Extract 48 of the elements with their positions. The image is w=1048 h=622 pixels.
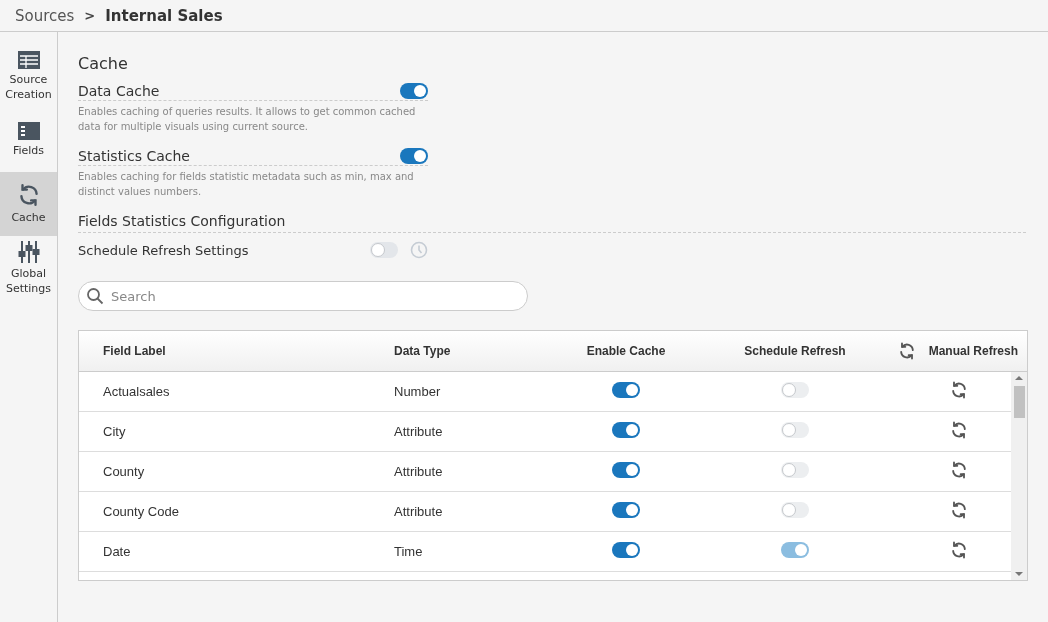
- setting-label: Schedule Refresh Settings: [78, 242, 250, 258]
- table-cell-text: County: [102, 464, 146, 479]
- toggle-switch[interactable]: [612, 462, 640, 478]
- table-cell-text: Time: [394, 544, 424, 559]
- breadcrumb-separator: >: [84, 8, 96, 23]
- toggle-switch[interactable]: [370, 242, 398, 258]
- toggle-switch[interactable]: [400, 83, 428, 99]
- toggle-switch[interactable]: [781, 542, 809, 558]
- toggle-switch[interactable]: [400, 148, 428, 164]
- setting-description: Enables caching of queries results. It allows to get common cached data for multiple visuals using current source.: [78, 105, 417, 134]
- table-cell-text: Number: [394, 384, 442, 399]
- setting-label: Statistics Cache: [78, 148, 190, 164]
- table-icon: [16, 50, 41, 71]
- setting-description: Enables caching for fields statistic metadata such as min, max and distinct values numbers.: [78, 170, 415, 199]
- table-cell-text: Actualsales: [102, 384, 171, 399]
- table-cell-text: Attribute: [394, 464, 444, 479]
- scrollbar[interactable]: [1011, 372, 1027, 580]
- toggle-switch[interactable]: [612, 422, 640, 438]
- table-cell-text: Date: [102, 544, 132, 559]
- search-icon: [86, 287, 104, 305]
- subsection-title: Fields Statistics Configuration: [78, 213, 1026, 233]
- sidebar-item[interactable]: Cache: [0, 172, 57, 236]
- column-header: Manual Refresh: [928, 344, 1018, 358]
- section-title: Cache: [78, 54, 129, 73]
- sliders-icon: [17, 240, 40, 265]
- table-cell-text: County Code: [102, 504, 180, 519]
- toggle-switch[interactable]: [781, 382, 809, 398]
- page-title: Internal Sales: [105, 6, 223, 25]
- toggle-switch[interactable]: [781, 422, 809, 438]
- search-field[interactable]: Search: [78, 281, 528, 311]
- column-header: Enable Cache: [586, 344, 666, 358]
- sidebar-item[interactable]: Source Creation: [0, 44, 57, 108]
- column-header: Data Type: [394, 344, 452, 358]
- toggle-switch[interactable]: [612, 542, 640, 558]
- table-cell-text: Attribute: [394, 424, 444, 439]
- toggle-switch[interactable]: [781, 462, 809, 478]
- column-header: Schedule Refresh: [744, 344, 846, 358]
- toggle-switch[interactable]: [612, 382, 640, 398]
- toggle-switch[interactable]: [781, 502, 809, 518]
- setting-label: Data Cache: [78, 83, 160, 99]
- table-cell-text: Attribute: [394, 504, 444, 519]
- table-cell-text: City: [102, 424, 127, 439]
- sidebar-item[interactable]: Global Settings: [0, 236, 57, 300]
- breadcrumb-link[interactable]: Sources: [15, 6, 75, 25]
- sidebar-item[interactable]: Fields: [0, 108, 57, 172]
- toggle-switch[interactable]: [612, 502, 640, 518]
- fields-icon: [16, 121, 41, 142]
- column-header: Field Label: [102, 344, 167, 358]
